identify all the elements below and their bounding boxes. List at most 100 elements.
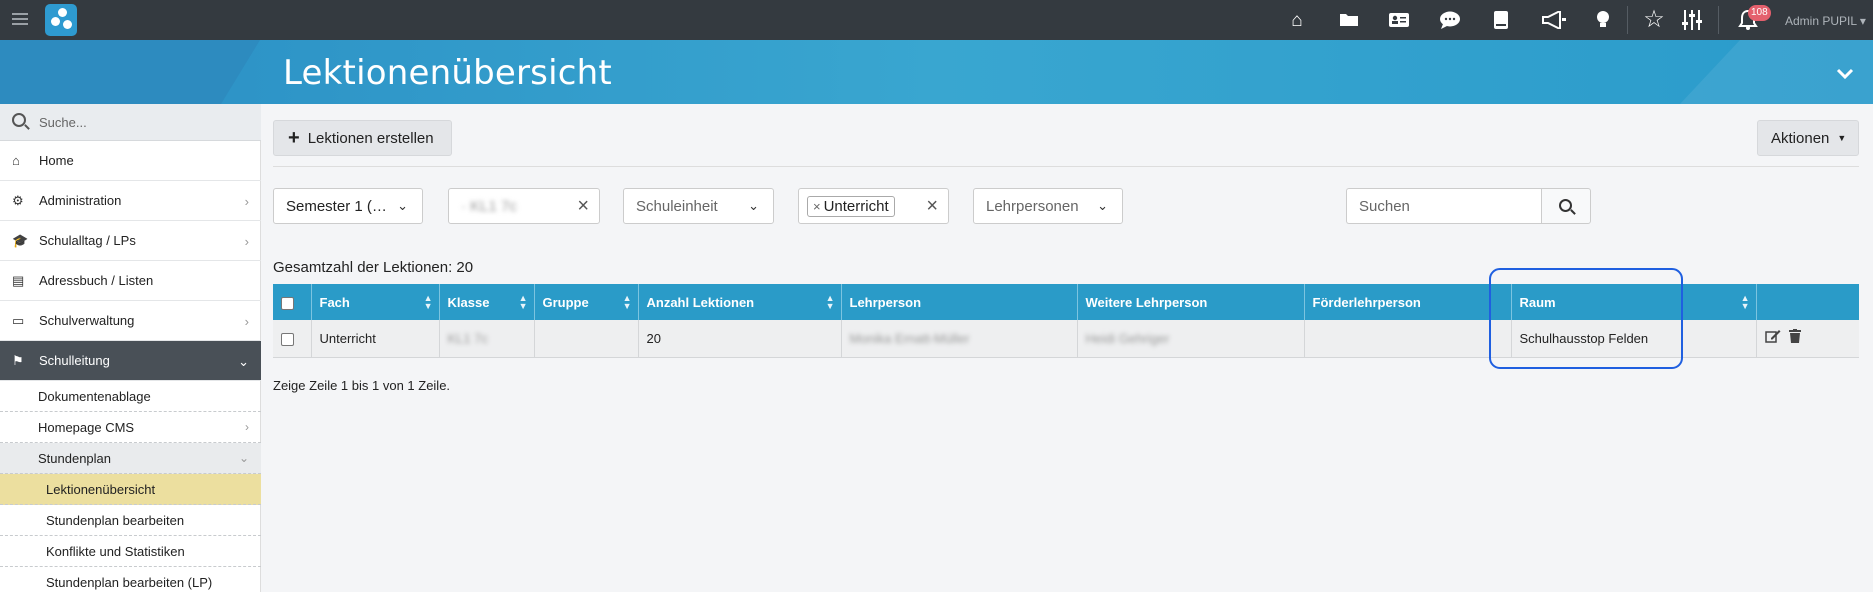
sidebar-item-schulalltag[interactable]: 🎓 Schulalltag / LPs › <box>0 221 261 261</box>
column-header-lehrperson[interactable]: Lehrperson <box>841 284 1078 320</box>
klasse-select[interactable]: · KL1 7c × <box>448 188 600 224</box>
megaphone-icon[interactable] <box>1540 9 1568 31</box>
chevron-down-icon: ⌄ <box>1097 198 1108 213</box>
chevron-right-icon: › <box>245 420 249 434</box>
plus-icon: + <box>288 126 300 149</box>
notification-badge: 108 <box>1748 5 1771 21</box>
lightbulb-icon[interactable] <box>1592 9 1614 31</box>
actions-dropdown-button[interactable]: Aktionen ▼ <box>1757 120 1859 156</box>
select-all-header <box>273 284 312 320</box>
sidebar-subitem-lektionenuebersicht[interactable]: Lektionenübersicht <box>0 474 261 505</box>
sort-icon[interactable]: ▲ ▼ <box>519 294 528 311</box>
folder-icon[interactable] <box>1338 9 1360 31</box>
search-icon <box>12 113 26 127</box>
chevron-down-icon: ⌄ <box>748 198 759 213</box>
user-menu[interactable]: Admin PUPIL ▾ <box>1785 14 1866 28</box>
sidebar-item-schulleitung[interactable]: ⚑ Schulleitung ⌄ <box>0 341 261 381</box>
caret-down-icon: ▼ <box>1837 133 1847 143</box>
cell-lehrperson-value: Monika Ernatt-Müller <box>849 330 970 346</box>
sort-icon[interactable]: ▲ ▼ <box>424 294 433 311</box>
column-header-fach[interactable]: Fach ▲ ▼ <box>311 284 440 320</box>
sidebar-item-label: Schulalltag / LPs <box>39 233 136 248</box>
home-icon[interactable]: ⌂ <box>1286 9 1308 31</box>
page-title: Lektionenübersicht <box>283 53 612 93</box>
clear-icon[interactable]: × <box>577 195 589 218</box>
sidebar-subitem-stundenplan-lp[interactable]: Stundenplan bearbeiten (LP) <box>0 567 261 592</box>
row-select-cell <box>273 320 312 358</box>
chevron-right-icon: › <box>244 194 249 209</box>
search-button[interactable] <box>1541 188 1591 224</box>
sort-icon[interactable]: ▲ ▼ <box>623 294 632 311</box>
sidebar-search[interactable]: Suche... <box>0 104 261 141</box>
folder-open-icon: ▭ <box>12 312 25 328</box>
sidebar-subitem-konflikte[interactable]: Konflikte und Statistiken <box>0 536 261 567</box>
highlight-annotation <box>1489 268 1683 369</box>
create-lessons-button[interactable]: + Lektionen erstellen <box>273 120 452 156</box>
sidebar-search-input[interactable]: Suche... <box>39 115 87 130</box>
cell-anzahl: 20 <box>638 320 842 358</box>
remove-tag-icon[interactable]: × <box>813 199 821 214</box>
book-icon[interactable] <box>1490 9 1512 31</box>
sidebar-item-label: Schulleitung <box>39 353 110 368</box>
sidebar-subitem-dokumentenablage[interactable]: Dokumentenablage <box>0 381 261 412</box>
total-count: Gesamtzahl der Lektionen: 20 <box>273 259 474 276</box>
sidebar-subitem-stundenplan-bearbeiten[interactable]: Stundenplan bearbeiten <box>0 505 261 536</box>
divider <box>1718 6 1719 34</box>
edit-icon[interactable] <box>1764 330 1785 347</box>
collapse-header-icon[interactable] <box>1836 60 1854 86</box>
column-header-gruppe[interactable]: Gruppe ▲ ▼ <box>534 284 639 320</box>
cell-fach: Unterricht <box>311 320 440 358</box>
sidebar-item-label: Adressbuch / Listen <box>39 273 154 288</box>
cell-actions <box>1756 320 1859 358</box>
sidebar-item-label: Administration <box>39 193 122 208</box>
header-decoration <box>0 40 260 104</box>
actions-label: Aktionen <box>1771 129 1830 147</box>
lehrpersonen-placeholder: Lehrpersonen <box>986 197 1079 215</box>
schuleinheit-select[interactable]: Schuleinheit ⌄ <box>623 188 774 224</box>
cell-lehrperson: Monika Ernatt-Müller <box>841 320 1078 358</box>
schuleinheit-placeholder: Schuleinheit <box>636 197 718 215</box>
sidebar-subitem-homepage-cms[interactable]: Homepage CMS › <box>0 412 261 443</box>
lehrpersonen-select[interactable]: Lehrpersonen ⌄ <box>973 188 1123 224</box>
address-card-icon[interactable] <box>1388 9 1410 31</box>
sidebar-item-administration[interactable]: ⚙ Administration › <box>0 181 261 221</box>
filter-tag[interactable]: × Unterricht <box>807 195 895 217</box>
signpost-icon: ⚑ <box>12 352 24 368</box>
menu-icon[interactable] <box>12 13 28 27</box>
klasse-value: · KL1 7c <box>461 197 517 215</box>
cell-klasse-value: KL1 7c <box>447 330 488 346</box>
sliders-icon[interactable] <box>1681 9 1703 31</box>
clear-icon[interactable]: × <box>926 195 938 218</box>
pagination-info: Zeige Zeile 1 bis 1 von 1 Zeile. <box>273 378 451 393</box>
sidebar-item-label: Home <box>39 153 74 168</box>
sidebar-item-schulverwaltung[interactable]: ▭ Schulverwaltung › <box>0 301 261 341</box>
cell-klasse: KL1 7c <box>439 320 535 358</box>
semester-select[interactable]: Semester 1 (… ⌄ <box>273 188 423 224</box>
graduation-cap-icon: 🎓 <box>12 232 29 248</box>
sort-icon[interactable]: ▲ ▼ <box>826 294 835 311</box>
chevron-down-icon: ⌄ <box>238 451 249 465</box>
sort-icon[interactable]: ▲ ▼ <box>1741 294 1750 311</box>
search-icon <box>1559 199 1572 212</box>
search-input[interactable]: Suchen <box>1346 188 1542 224</box>
semester-value: Semester 1 (… <box>286 197 387 215</box>
type-filter-select[interactable]: × Unterricht × <box>798 188 949 224</box>
column-header-foerderlehrperson[interactable]: Förderlehrperson <box>1304 284 1512 320</box>
column-header-anzahl[interactable]: Anzahl Lektionen ▲ ▼ <box>638 284 842 320</box>
address-card-icon: ▤ <box>12 272 25 288</box>
column-header-klasse[interactable]: Klasse ▲ ▼ <box>439 284 535 320</box>
sidebar-item-label: Homepage CMS <box>38 419 135 435</box>
sidebar-item-home[interactable]: ⌂ Home <box>0 141 261 181</box>
select-all-checkbox[interactable] <box>281 296 294 310</box>
row-checkbox[interactable] <box>281 332 294 346</box>
column-header-weitere-lehrperson[interactable]: Weitere Lehrperson <box>1077 284 1305 320</box>
sidebar-item-adressbuch[interactable]: ▤ Adressbuch / Listen <box>0 261 261 301</box>
chat-icon[interactable] <box>1439 9 1461 31</box>
app-logo[interactable] <box>45 4 77 36</box>
chevron-down-icon: ⌄ <box>238 354 249 369</box>
sidebar-subitem-stundenplan[interactable]: Stundenplan ⌄ <box>0 443 261 474</box>
trash-icon[interactable] <box>1788 329 1801 347</box>
chevron-down-icon: ⌄ <box>397 198 408 213</box>
star-icon[interactable]: ☆ <box>1643 8 1665 32</box>
cell-gruppe <box>534 320 639 358</box>
